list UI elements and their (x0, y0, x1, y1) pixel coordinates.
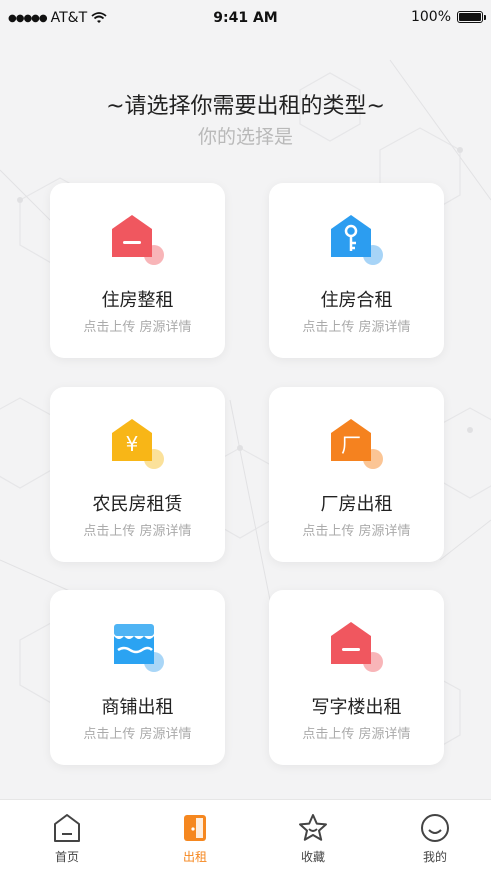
tab-favorites[interactable]: 收藏 (263, 800, 363, 877)
tab-label: 出租 (182, 850, 207, 864)
status-bar: ●●●●● AT&T 9:41 AM 100% (0, 0, 491, 36)
card-title: 商铺出租 (101, 697, 174, 718)
bottom-tab-bar: 首页 出租 收藏 我的 (0, 799, 491, 877)
status-right: 100% (410, 9, 486, 25)
tab-label: 收藏 (300, 850, 325, 864)
house-minus-icon (112, 215, 164, 265)
shop-awning-icon (114, 624, 164, 672)
card-office-rent[interactable]: 写字楼出租 点击上传 房源详情 (269, 590, 444, 765)
battery-icon (457, 11, 486, 23)
house-key-icon (331, 215, 383, 265)
house-factory-icon: 厂 (331, 419, 383, 469)
card-title: 住房合租 (320, 290, 393, 311)
battery-percent: 100% (410, 9, 451, 25)
card-factory-rent[interactable]: 厂 厂房出租 点击上传 房源详情 (269, 387, 444, 562)
home-icon (54, 814, 80, 842)
tab-label: 我的 (422, 850, 447, 864)
tab-label: 首页 (54, 850, 79, 864)
card-whole-rent[interactable]: 住房整租 点击上传 房源详情 (50, 183, 225, 358)
star-icon (299, 814, 327, 841)
card-shop-rent[interactable]: 商铺出租 点击上传 房源详情 (50, 590, 225, 765)
card-title: 住房整租 (101, 290, 174, 311)
card-shared-rent[interactable]: 住房合租 点击上传 房源详情 (269, 183, 444, 358)
tab-rent[interactable]: 出租 (145, 800, 245, 877)
card-desc: 点击上传 房源详情 (83, 524, 192, 539)
smile-icon (421, 814, 449, 842)
svg-text:厂: 厂 (341, 433, 361, 457)
house-minus-icon (331, 622, 383, 672)
card-desc: 点击上传 房源详情 (302, 524, 411, 539)
card-title: 农民房租赁 (92, 494, 183, 515)
svg-text:¥: ¥ (126, 432, 139, 456)
tab-home[interactable]: 首页 (17, 800, 117, 877)
tab-mine[interactable]: 我的 (385, 800, 485, 877)
card-title: 写字楼出租 (311, 697, 402, 718)
door-icon (184, 815, 206, 841)
page-title: ~请选择你需要出租的类型~ (106, 94, 385, 119)
card-desc: 点击上传 房源详情 (83, 320, 192, 335)
card-title: 厂房出租 (320, 494, 393, 515)
card-desc: 点击上传 房源详情 (302, 727, 411, 742)
card-farmer-house-lease[interactable]: ¥ 农民房租赁 点击上传 房源详情 (50, 387, 225, 562)
card-desc: 点击上传 房源详情 (302, 320, 411, 335)
card-desc: 点击上传 房源详情 (83, 727, 192, 742)
page-subtitle: 你的选择是 (197, 126, 293, 148)
house-yen-icon: ¥ (112, 419, 164, 469)
